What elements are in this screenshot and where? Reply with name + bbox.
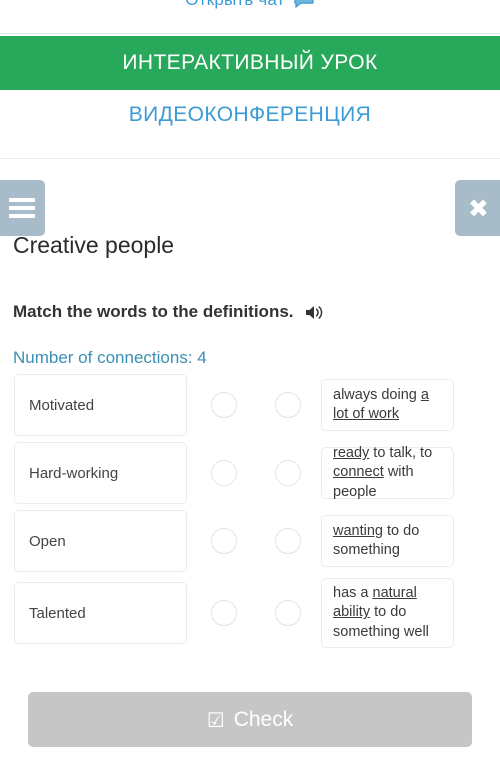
definition-connector-dot[interactable] — [275, 528, 301, 554]
interactive-lesson-label: ИНТЕРАКТИВНЫЙ УРОК — [122, 51, 378, 74]
menu-button[interactable] — [0, 180, 45, 236]
definition-connector-dot[interactable] — [275, 600, 301, 626]
definition-connector-dot[interactable] — [275, 460, 301, 486]
match-row: Motivated always doing a lot of work — [0, 374, 500, 436]
content-divider — [0, 158, 500, 159]
matching-area: Motivated always doing a lot of work Har… — [0, 374, 500, 654]
open-chat-button[interactable]: Открыть чат — [0, 0, 500, 14]
word-card[interactable]: Talented — [14, 582, 187, 644]
interactive-lesson-banner: ИНТЕРАКТИВНЫЙ УРОК — [0, 36, 500, 90]
definition-card[interactable]: wanting to do something — [321, 515, 454, 567]
word-card[interactable]: Hard-working — [14, 442, 187, 504]
definition-card[interactable]: always doing a lot of work — [321, 379, 454, 431]
top-chat-bar: Открыть чат — [0, 0, 500, 34]
definition-card[interactable]: has a natural ability to do something we… — [321, 578, 454, 648]
check-button-label: Check — [233, 707, 294, 731]
match-row: Open wanting to do something — [0, 510, 500, 572]
open-chat-label: Открыть чат — [185, 0, 284, 10]
word-label: Talented — [29, 604, 86, 622]
word-connector-dot[interactable] — [211, 600, 237, 626]
definition-text: has a natural ability to do something we… — [333, 585, 429, 640]
close-x-icon: ✖ — [468, 193, 489, 223]
chat-bubble-icon — [293, 0, 315, 8]
word-connector-dot[interactable] — [211, 460, 237, 486]
match-row: Hard-working ready to talk, to connect w… — [0, 442, 500, 504]
word-connector-dot[interactable] — [211, 528, 237, 554]
definition-card[interactable]: ready to talk, to connect with people — [321, 445, 454, 500]
word-card[interactable]: Open — [14, 510, 187, 572]
definition-text: ready to talk, to connect with people — [333, 445, 433, 500]
word-label: Motivated — [29, 396, 95, 414]
hamburger-menu-icon — [8, 198, 35, 218]
speaker-icon[interactable] — [305, 304, 325, 321]
checkbox-checked-icon: ☑ — [206, 707, 225, 732]
instruction-row: Match the words to the definitions. — [13, 302, 325, 322]
word-label: Hard-working — [29, 464, 119, 482]
word-label: Open — [29, 532, 66, 550]
close-button[interactable]: ✖ — [455, 180, 500, 236]
videoconference-banner: ВИДЕОКОНФЕРЕНЦИЯ — [0, 90, 500, 140]
definition-text: wanting to do something — [333, 522, 420, 558]
word-connector-dot[interactable] — [211, 392, 237, 418]
definition-connector-dot[interactable] — [275, 392, 301, 418]
check-button[interactable]: ☑ Check — [28, 692, 472, 747]
page-title: Creative people — [13, 232, 175, 258]
instruction-text: Match the words to the definitions. — [13, 302, 294, 321]
connections-counter: Number of connections: 4 — [13, 348, 207, 367]
match-row: Talented has a natural ability to do som… — [0, 578, 500, 648]
word-card[interactable]: Motivated — [14, 374, 187, 436]
videoconference-label: ВИДЕОКОНФЕРЕНЦИЯ — [128, 103, 372, 126]
definition-text: always doing a lot of work — [333, 386, 429, 422]
